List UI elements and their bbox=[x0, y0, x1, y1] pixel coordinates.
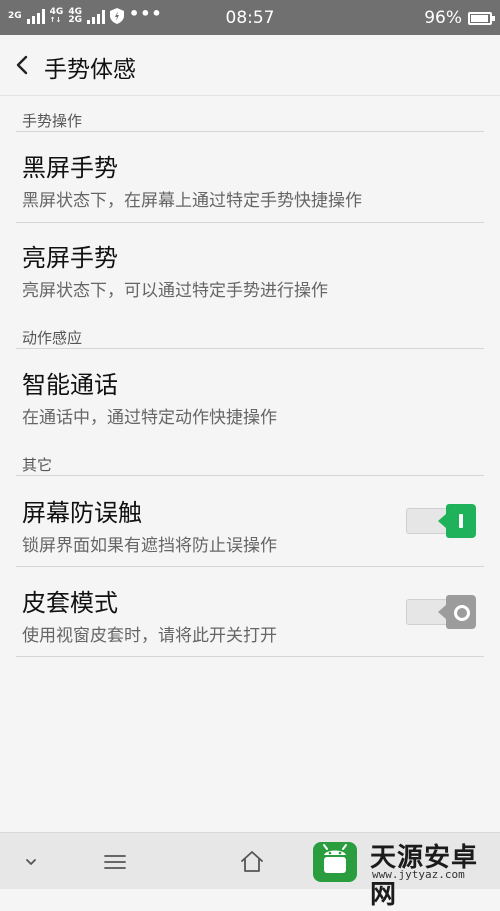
section-title-gesture: 手势操作 bbox=[22, 112, 83, 130]
list-item-smart-call[interactable]: 智能通话 在通话中，通过特定动作快捷操作 bbox=[0, 349, 500, 439]
cover-mode-toggle[interactable] bbox=[406, 595, 476, 629]
item-title: 黑屏手势 bbox=[22, 154, 118, 182]
chevron-down-icon bbox=[26, 859, 36, 865]
nav-menu-button[interactable] bbox=[100, 847, 130, 877]
item-subtitle: 亮屏状态下，可以通过特定手势进行操作 bbox=[22, 281, 328, 301]
home-icon bbox=[241, 851, 263, 872]
page-title: 手势体感 bbox=[44, 57, 136, 83]
divider bbox=[16, 656, 484, 657]
back-button[interactable] bbox=[10, 48, 40, 82]
item-subtitle: 使用视窗皮套时，请将此开关打开 bbox=[22, 626, 277, 646]
section-title-motion: 动作感应 bbox=[22, 329, 83, 347]
list-item-black-screen-gesture[interactable]: 黑屏手势 黑屏状态下，在屏幕上通过特定手势快捷操作 bbox=[0, 132, 500, 222]
battery-percent: 96% bbox=[424, 8, 462, 28]
watermark-url: www.jytyaz.com bbox=[372, 868, 465, 881]
item-subtitle: 锁屏界面如果有遮挡将防止误操作 bbox=[22, 536, 277, 556]
chevron-left-icon bbox=[16, 55, 28, 75]
item-subtitle: 在通话中，通过特定动作快捷操作 bbox=[22, 408, 277, 428]
navigation-bar: 天源安卓网 www.jytyaz.com bbox=[0, 832, 500, 910]
watermark-logo-icon bbox=[313, 842, 357, 882]
section-title-other: 其它 bbox=[22, 456, 53, 474]
item-title: 亮屏手势 bbox=[22, 244, 118, 272]
item-title: 皮套模式 bbox=[22, 589, 118, 617]
list-item-bright-screen-gesture[interactable]: 亮屏手势 亮屏状态下，可以通过特定手势进行操作 bbox=[0, 223, 500, 313]
status-right: 96% bbox=[424, 8, 495, 28]
list-item-anti-touch[interactable]: 屏幕防误触 锁屏界面如果有遮挡将防止误操作 bbox=[0, 476, 500, 566]
app-header: 手势体感 bbox=[0, 35, 500, 96]
list-item-cover-mode[interactable]: 皮套模式 使用视窗皮套时，请将此开关打开 bbox=[0, 567, 500, 657]
nav-home-button[interactable] bbox=[237, 847, 267, 877]
item-subtitle: 黑屏状态下，在屏幕上通过特定手势快捷操作 bbox=[22, 191, 362, 211]
battery-icon bbox=[468, 11, 495, 25]
status-bar: 2G 4G ↑↓ 4G 2G ••• 08:57 96% bbox=[0, 0, 500, 35]
anti-touch-toggle[interactable] bbox=[406, 504, 476, 538]
menu-icon bbox=[104, 855, 126, 869]
item-title: 屏幕防误触 bbox=[22, 499, 142, 527]
nav-collapse-button[interactable] bbox=[16, 847, 46, 877]
watermark: 天源安卓网 www.jytyaz.com bbox=[300, 833, 500, 910]
item-title: 智能通话 bbox=[22, 371, 118, 399]
